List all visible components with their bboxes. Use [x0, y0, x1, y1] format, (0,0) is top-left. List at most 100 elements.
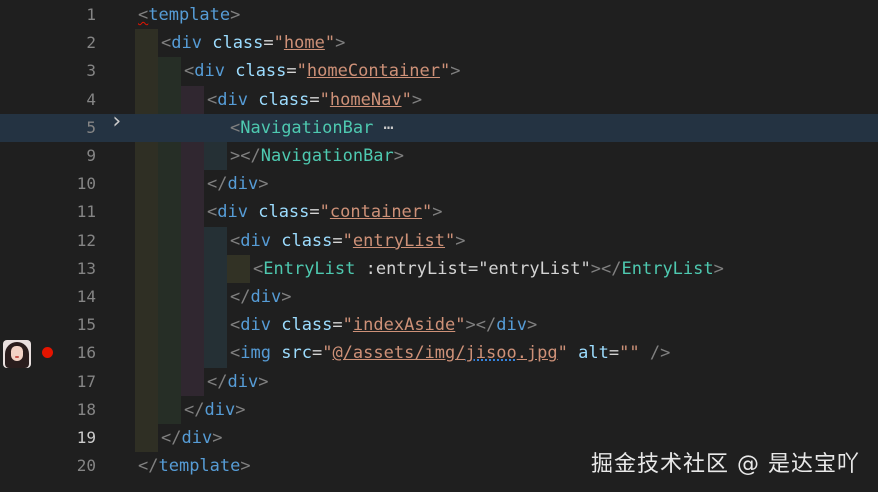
token-attr: src	[281, 343, 312, 364]
code-line[interactable]: 5 › <NavigationBar ⋯	[0, 110, 878, 142]
code-text[interactable]: </div>	[184, 396, 245, 424]
code-line[interactable]: 4 <div class="homeNav">	[0, 86, 878, 114]
line-number[interactable]: 16	[60, 339, 96, 367]
code-line[interactable]: 17 </div>	[0, 368, 878, 396]
token-tag: div	[240, 230, 271, 251]
code-line[interactable]: 2 <div class="home">	[0, 29, 878, 57]
code-text[interactable]: </div>	[207, 170, 268, 198]
line-number[interactable]: 17	[60, 368, 96, 396]
code-line[interactable]: 1 <template>	[0, 1, 878, 29]
code-text[interactable]: <EntryList :entryList="entryList"></Entr…	[253, 255, 724, 283]
code-editor[interactable]: 1 <template> 2 <div class="home"> 3 <div clas…	[0, 0, 878, 492]
token-str: "	[557, 343, 568, 364]
line-number[interactable]: 5	[60, 114, 96, 142]
token-punc: >	[240, 456, 251, 477]
code-text[interactable]: <template>	[138, 1, 240, 29]
token-str: "	[296, 61, 307, 82]
token-punc: </	[207, 371, 228, 392]
line-number[interactable]: 10	[60, 170, 96, 198]
code-text[interactable]: <NavigationBar ⋯	[230, 114, 394, 142]
code-text[interactable]: ></NavigationBar>	[230, 142, 404, 170]
token-attr: class	[281, 230, 333, 251]
code-text[interactable]: <div class="home">	[161, 29, 345, 57]
token-text: =	[263, 33, 274, 54]
token-punc: ></	[590, 258, 622, 279]
code-text[interactable]: <div class="container">	[207, 198, 443, 226]
token-attr: alt	[578, 343, 609, 364]
line-number[interactable]: 1	[60, 1, 96, 29]
token-tag: div	[496, 315, 527, 336]
token-punc: </	[138, 456, 159, 477]
token-punc: >	[212, 428, 223, 448]
line-number[interactable]: 4	[60, 86, 96, 114]
code-line[interactable]: 12 <div class="entryList">	[0, 227, 878, 255]
line-number[interactable]: 11	[60, 198, 96, 226]
token-tag: div	[217, 202, 248, 223]
line-number[interactable]: 15	[60, 311, 96, 339]
token-tag: div	[217, 89, 248, 110]
line-number[interactable]: 3	[60, 57, 96, 85]
token-attr: class	[258, 202, 310, 223]
token-punc: </	[230, 287, 251, 307]
token-punc: >	[450, 61, 461, 82]
token-text: :entryList="entryList"	[355, 258, 591, 279]
token-punc: </	[184, 399, 205, 420]
token-str: "	[273, 33, 284, 54]
token-punc: <	[253, 258, 264, 279]
code-text[interactable]: </div>	[161, 424, 222, 452]
token-strspell: jisoo	[465, 343, 517, 364]
token-punc: >	[526, 315, 538, 336]
line-number[interactable]: 13	[60, 255, 96, 283]
line-number[interactable]: 9	[60, 142, 96, 170]
code-text[interactable]: <div class="entryList">	[230, 227, 466, 255]
code-line[interactable]: 13 <EntryList :entryList="entryList"></En…	[0, 255, 878, 283]
token-punc: >	[455, 230, 466, 251]
line-number[interactable]: 2	[60, 29, 96, 57]
code-text[interactable]: <img src="@/assets/img/jisoo.jpg" alt=""…	[230, 339, 670, 367]
breakpoint-icon[interactable]	[42, 347, 53, 359]
token-tag: template	[158, 456, 241, 477]
code-line[interactable]: 3 <div class="homeContainer">	[0, 57, 878, 85]
fold-chevron-right-icon[interactable]: ›	[110, 110, 124, 132]
code-text[interactable]: <div class="homeNav">	[207, 86, 422, 114]
code-line[interactable]: 15 <div class="indexAside"></div>	[0, 311, 878, 339]
token-comp: NavigationBar	[260, 146, 394, 166]
token-punc: >	[432, 202, 443, 223]
line-number[interactable]: 12	[60, 227, 96, 255]
token-tag: template	[148, 5, 231, 25]
token-tag: img	[240, 343, 271, 364]
token-comp: EntryList	[263, 258, 356, 279]
code-line[interactable]: 14 </div>	[0, 283, 878, 311]
line-number[interactable]: 19	[60, 424, 96, 452]
token-strlink: homeContainer	[306, 61, 440, 82]
token-punc: <	[230, 117, 241, 138]
code-line[interactable]: 18 </div>	[0, 396, 878, 424]
code-line[interactable]: 11 <div class="container">	[0, 198, 878, 226]
code-text[interactable]: </div>	[207, 368, 268, 396]
token-str: "	[439, 61, 451, 82]
line-number[interactable]: 20	[60, 452, 96, 480]
token-punc: >	[281, 287, 292, 307]
token-str: "	[324, 33, 336, 54]
code-line[interactable]: 9 ></NavigationBar>	[0, 142, 878, 170]
line-number[interactable]: 18	[60, 396, 96, 424]
line-number[interactable]: 14	[60, 283, 96, 311]
code-text[interactable]: <div class="homeContainer">	[184, 57, 460, 85]
code-line[interactable]: 10 </div>	[0, 170, 878, 198]
token-tag: div	[240, 315, 271, 336]
code-text[interactable]: </template>	[138, 452, 251, 480]
code-line[interactable]: 16 <img src="@/assets/img/jisoo.jpg" alt=…	[0, 339, 878, 369]
token-attr: class	[281, 315, 333, 336]
token-strlink: @/assets/img/	[332, 343, 466, 364]
token-punc: <	[161, 33, 172, 54]
token-tag: div	[171, 33, 202, 54]
token-punc: >	[411, 89, 423, 110]
token-ellipsis: ⋯	[373, 117, 394, 138]
token-punc: <	[230, 343, 241, 364]
token-punc: </	[207, 174, 228, 195]
code-text[interactable]: <div class="indexAside"></div>	[230, 311, 537, 339]
token-text: =	[332, 230, 343, 251]
code-text[interactable]: </div>	[230, 283, 291, 311]
